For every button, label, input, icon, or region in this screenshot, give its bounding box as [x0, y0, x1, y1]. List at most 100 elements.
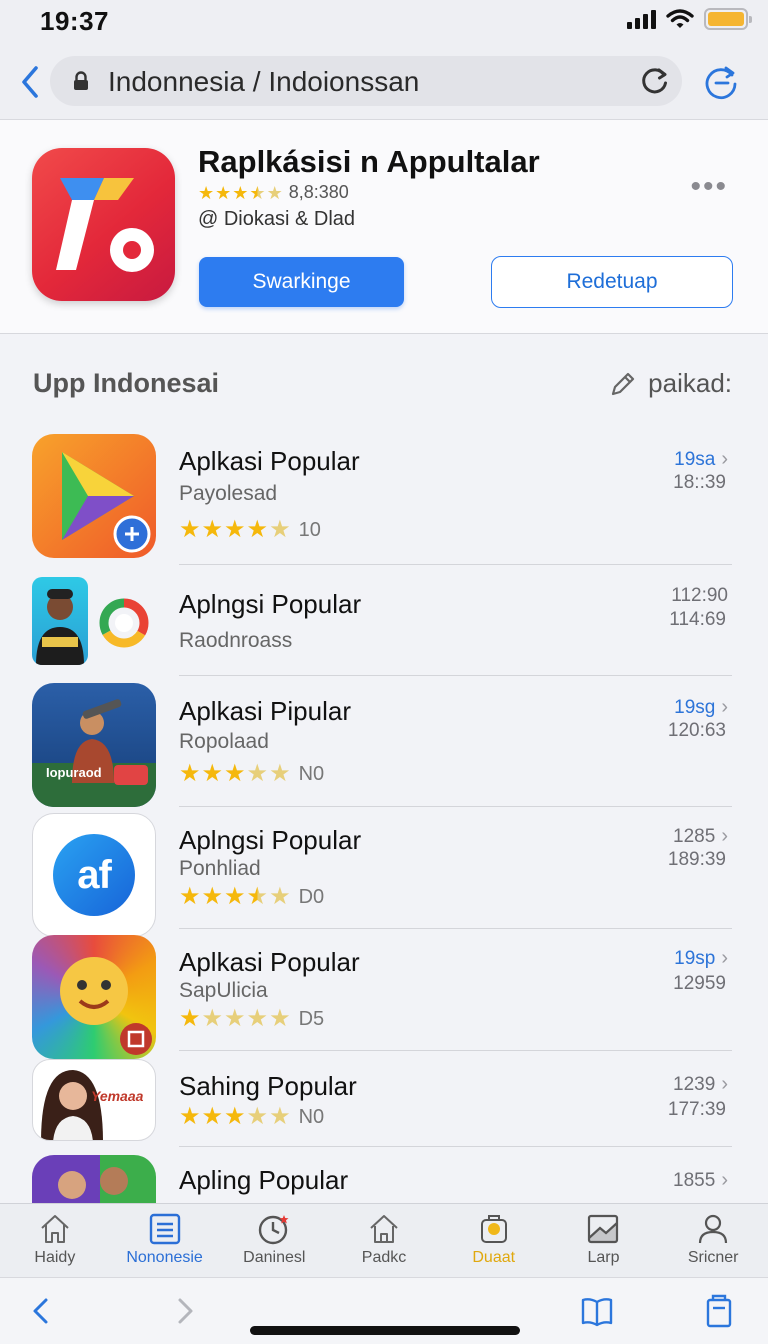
star-icon: ★ [246, 1005, 269, 1032]
af-logo-icon: af [53, 834, 135, 916]
back-icon[interactable] [24, 1294, 58, 1328]
list-item[interactable]: Aplkasi Popular SapUlicia ★ ★ ★ ★ ★ D5 19sp ›… [0, 929, 768, 1059]
rating-count: 10 [298, 518, 321, 541]
star-icon: ★ [201, 1103, 224, 1130]
star-rating: ★ ★ ★ ★ ★ [179, 1007, 291, 1031]
bookmarks-icon[interactable] [580, 1294, 614, 1328]
pencil-icon [612, 372, 635, 395]
app-category: Raodnroass [179, 629, 293, 652]
star-rating: ★ ★ ★ ★ ★ [179, 518, 291, 542]
star-icon: ★ [269, 1005, 291, 1032]
list-item[interactable]: Apling Popular 1855 › [0, 1147, 768, 1279]
star-icon: ★ [269, 883, 291, 910]
primary-action-button[interactable]: Swarkinge [199, 257, 404, 307]
app-icon-sun [32, 935, 156, 1059]
tab-label: Nononesie [126, 1249, 203, 1266]
section-action-link[interactable]: paikad: [608, 368, 732, 399]
tab-sricner[interactable]: Sricner [658, 1204, 768, 1277]
app-meta-primary[interactable]: 19sa › [674, 448, 728, 471]
signal-icon [627, 9, 656, 29]
star-icon: ★ [179, 516, 201, 543]
tab-label: Duaat [472, 1249, 516, 1266]
url-field[interactable]: Indonnesia / Indoionssan [50, 56, 682, 106]
tab-larp[interactable]: Larp [549, 1204, 659, 1277]
star-icon: ★ [246, 883, 269, 910]
app-rating: ★ ★ ★ ★ ★ 8,8:380 [198, 182, 349, 203]
more-options-icon[interactable]: ••• [690, 170, 728, 204]
browser-address-area: Indonnesia / Indoionssan [0, 48, 768, 120]
app-meta-primary[interactable]: 1239 › [673, 1073, 728, 1096]
list-item[interactable]: Aplkasi Popular Payolesad ★ ★ ★ ★ ★ 10 19sa ›… [0, 420, 768, 565]
share-icon[interactable] [704, 64, 740, 100]
app-meta-primary[interactable]: 1855 › [673, 1169, 728, 1192]
developer-name[interactable]: @ Diokasi & Dlad [198, 208, 355, 231]
home-icon [41, 1215, 69, 1243]
list-icon [149, 1213, 180, 1245]
app-title: Raplkásisi n Appultalar [198, 144, 540, 179]
af-logo-text: af [77, 852, 112, 897]
star-icon: ★ [269, 760, 291, 787]
app-meta-primary[interactable]: 112:90 [671, 585, 728, 607]
app-icon-portrait: Yemaaa [32, 1059, 156, 1141]
play-icon [62, 452, 151, 553]
app-name: Aplngsi Popular [179, 825, 362, 855]
reload-icon[interactable] [640, 66, 670, 96]
portrait-icon-label: Yemaaa [91, 1088, 144, 1104]
list-item[interactable]: Yemaaa Sahing Popular ★ ★ ★ ★ ★ N0 1239 › 177… [0, 1051, 768, 1147]
tabs-icon[interactable] [702, 1294, 736, 1328]
chevron-right-icon: › [721, 947, 728, 969]
person-photo-icon [36, 589, 84, 665]
star-icon: ★ [224, 1103, 246, 1130]
person-icon [699, 1214, 728, 1244]
app-meta-primary[interactable]: 1285 › [673, 825, 728, 848]
star-icon: ★ [201, 1005, 224, 1032]
app-meta-secondary: 189:39 [667, 849, 726, 870]
tab-duaat[interactable]: Duaat [439, 1204, 549, 1277]
star-icon: ★ [232, 182, 249, 203]
star-icon: ★ [198, 182, 215, 203]
home-indicator[interactable] [250, 1326, 520, 1335]
tab-bar: Haidy Nononesie Daninesl Padkc Duaat Lar… [0, 1203, 768, 1277]
back-chevron-icon[interactable] [16, 62, 44, 102]
star-icon: ★ [215, 182, 232, 203]
app-header: Raplkásisi n Appultalar ★ ★ ★ ★ ★ 8,8:380 @ … [0, 120, 768, 334]
chevron-right-icon: › [721, 1169, 728, 1191]
star-icon: ★ [201, 760, 224, 787]
list-item[interactable]: af Aplngsi Popular Ponhliad ★ ★ ★ ★ ★ D0 128… [0, 807, 768, 937]
rating-count: N0 [298, 1105, 325, 1128]
battery-icon [704, 8, 752, 30]
star-icon: ★ [246, 760, 269, 787]
image-icon [588, 1214, 619, 1244]
tab-label: Haidy [34, 1249, 76, 1266]
list-item[interactable]: Iopuraod Aplkasi Pipular Ropolaad ★ ★ ★ ★ ★ … [0, 676, 768, 807]
tab-label: Larp [587, 1249, 620, 1266]
app-name: Sahing Popular [179, 1071, 357, 1101]
secondary-action-button[interactable]: Redetuap [491, 256, 733, 308]
app-meta-secondary: 114:69 [669, 609, 726, 630]
app-icon-play [32, 434, 156, 558]
star-icon: ★ [179, 1005, 201, 1032]
rating-count: N0 [298, 762, 325, 785]
star-rating: ★ ★ ★ ★ ★ [179, 885, 291, 909]
app-meta-primary[interactable]: 19sg › [674, 696, 728, 719]
rating-count: D0 [298, 885, 325, 908]
url-text: Indonnesia / Indoionssan [108, 66, 420, 97]
star-rating: ★ ★ ★ ★ ★ [198, 184, 283, 202]
chevron-right-icon: › [721, 1073, 728, 1095]
app-rating: ★ ★ ★ ★ ★ D0 [179, 885, 324, 909]
app-icon-photo [32, 577, 88, 665]
tab-padkc[interactable]: Padkc [329, 1204, 439, 1277]
tab-nononesie[interactable]: Nononesie [110, 1204, 220, 1277]
star-icon: ★ [224, 883, 246, 910]
rating-count: D5 [298, 1007, 325, 1030]
star-icon: ★ [246, 1103, 269, 1130]
game-icon-label: Iopuraod [46, 765, 102, 780]
tab-daninesl[interactable]: Daninesl [219, 1204, 329, 1277]
tab-haidy[interactable]: Haidy [0, 1204, 110, 1277]
app-icon[interactable] [32, 148, 175, 301]
app-rating: ★ ★ ★ ★ ★ N0 [179, 1105, 324, 1129]
app-meta-primary[interactable]: 19sp › [674, 947, 728, 970]
forward-icon[interactable] [168, 1294, 202, 1328]
list-item[interactable]: Aplngsi Popular Raodnroass 112:90 114:69 [0, 565, 768, 676]
app-category: Payolesad [179, 482, 278, 505]
